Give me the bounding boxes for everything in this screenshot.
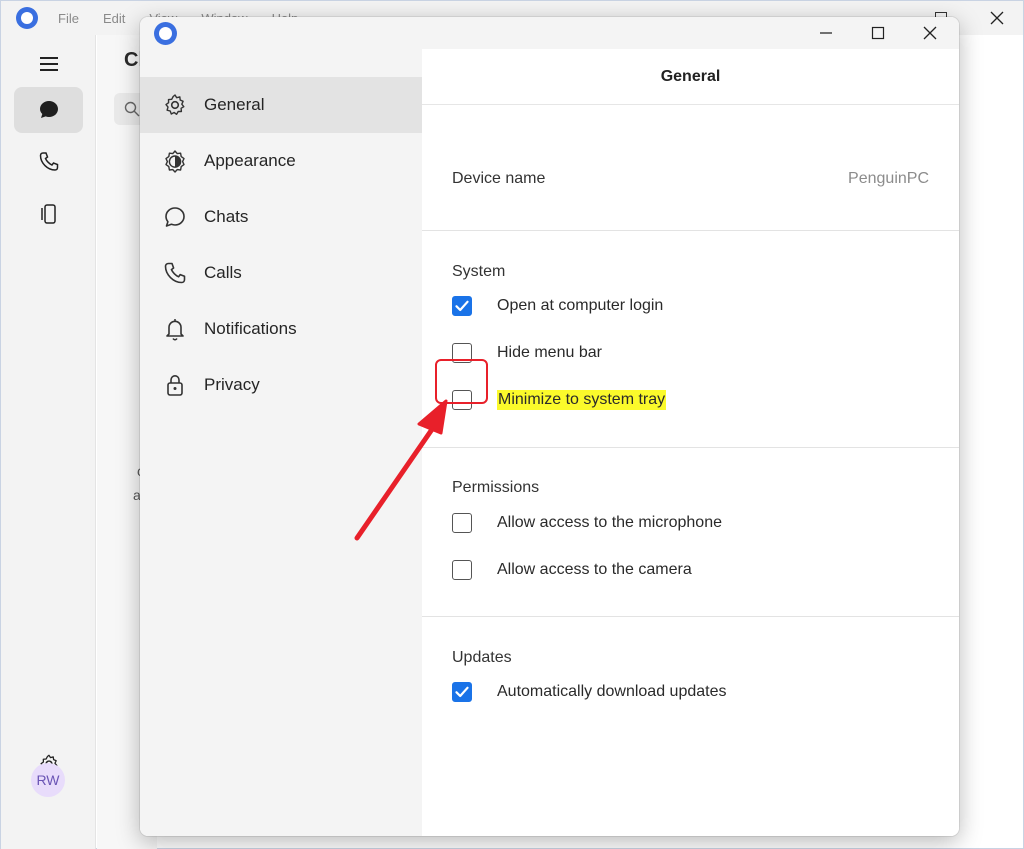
annotation-arrow-icon (354, 399, 448, 541)
